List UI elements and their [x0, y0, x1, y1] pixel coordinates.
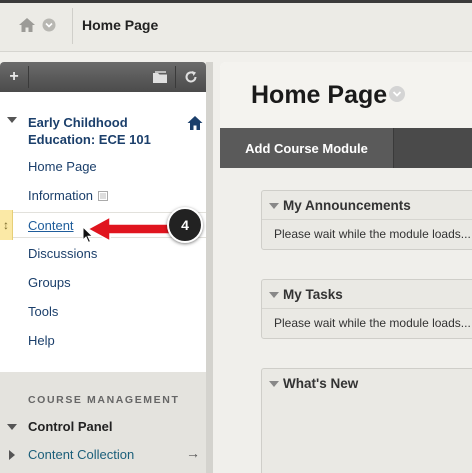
module-whats-new: What's New — [261, 368, 472, 473]
chevron-down-icon — [392, 91, 402, 97]
breadcrumb-bar: Home Page — [0, 0, 472, 52]
page-options-button[interactable] — [389, 86, 405, 102]
right-arrow-icon[interactable]: → — [186, 445, 200, 461]
module-header[interactable]: My Tasks — [262, 280, 472, 308]
page-title: Home Page — [251, 81, 388, 109]
module-area: My Announcements Please wait while the m… — [220, 168, 472, 473]
menu-item-label[interactable]: Content — [28, 218, 74, 233]
course-menu-toolbar: + — [0, 62, 206, 92]
module-body: Please wait while the module loads... — [262, 219, 472, 249]
module-title: My Announcements — [283, 198, 411, 213]
callout-step-badge: 4 — [167, 207, 203, 243]
menu-item-groups[interactable]: Groups — [0, 270, 206, 296]
menu-item-label[interactable]: Tools — [28, 304, 58, 319]
menu-item-discussions[interactable]: Discussions — [0, 241, 206, 267]
course-management-panel: COURSE MANAGEMENT Control Panel Content … — [0, 372, 206, 473]
collapse-triangle-icon[interactable] — [269, 203, 279, 209]
module-title: What's New — [283, 376, 359, 391]
module-header[interactable]: What's New — [262, 369, 472, 397]
mouse-pointer-icon — [82, 226, 94, 244]
menu-item-tools[interactable]: Tools — [0, 299, 206, 325]
collapse-triangle-icon[interactable] — [269, 381, 279, 387]
breadcrumb-current: Home Page — [82, 17, 159, 33]
expand-triangle-icon[interactable] — [9, 450, 15, 460]
breadcrumb-home[interactable] — [18, 12, 72, 38]
menu-item-label[interactable]: Help — [28, 333, 55, 348]
refresh-button[interactable] — [177, 62, 205, 92]
control-panel-label[interactable]: Control Panel — [28, 419, 113, 434]
module-body: Please wait while the module loads... — [262, 308, 472, 338]
refresh-icon — [185, 71, 197, 83]
menu-item-information[interactable]: Information — [0, 183, 206, 209]
action-bar: Add Course Module — [220, 128, 472, 168]
course-home-icon[interactable] — [186, 114, 204, 132]
course-management-heading: COURSE MANAGEMENT — [28, 394, 180, 406]
module-my-tasks: My Tasks Please wait while the module lo… — [261, 279, 472, 339]
content-collection-link[interactable]: Content Collection — [28, 447, 134, 462]
breadcrumb-divider — [72, 8, 73, 44]
collapse-triangle-icon[interactable] — [269, 292, 279, 298]
menu-item-help[interactable]: Help — [0, 328, 206, 354]
folder-icon — [153, 71, 167, 83]
add-course-module-button[interactable]: Add Course Module — [220, 128, 394, 168]
menu-item-label[interactable]: Information — [28, 188, 93, 203]
menu-item-label[interactable]: Discussions — [28, 246, 97, 261]
collapse-triangle-icon[interactable] — [7, 424, 17, 430]
add-menu-item-button[interactable]: + — [0, 62, 28, 92]
toolbar-divider — [175, 66, 176, 88]
menu-scrollbar[interactable] — [206, 62, 213, 473]
course-menu: + Early Childhood Education: ECE 101 Hom… — [0, 62, 213, 473]
course-title-row[interactable]: Early Childhood Education: ECE 101 — [0, 114, 206, 150]
toolbar-divider — [28, 66, 29, 88]
page-header: Home Page — [220, 62, 472, 128]
module-header[interactable]: My Announcements — [262, 191, 472, 219]
top-stripe — [0, 0, 472, 3]
menu-item-home-page[interactable]: Home Page — [0, 154, 206, 180]
folder-view-button[interactable] — [146, 62, 174, 92]
menu-item-label[interactable]: Groups — [28, 275, 71, 290]
content-area-icon — [98, 191, 108, 201]
collapse-triangle-icon[interactable] — [7, 117, 17, 123]
module-my-announcements: My Announcements Please wait while the m… — [261, 190, 472, 250]
menu-item-label[interactable]: Home Page — [28, 159, 97, 174]
main-content: Home Page Add Course Module My Announcem… — [220, 62, 472, 473]
course-title[interactable]: Early Childhood Education: ECE 101 — [28, 114, 178, 148]
drag-handle-icon[interactable]: ↕ — [0, 210, 13, 240]
home-icon[interactable] — [18, 17, 36, 33]
module-title: My Tasks — [283, 287, 343, 302]
chevron-down-icon[interactable] — [42, 18, 56, 32]
